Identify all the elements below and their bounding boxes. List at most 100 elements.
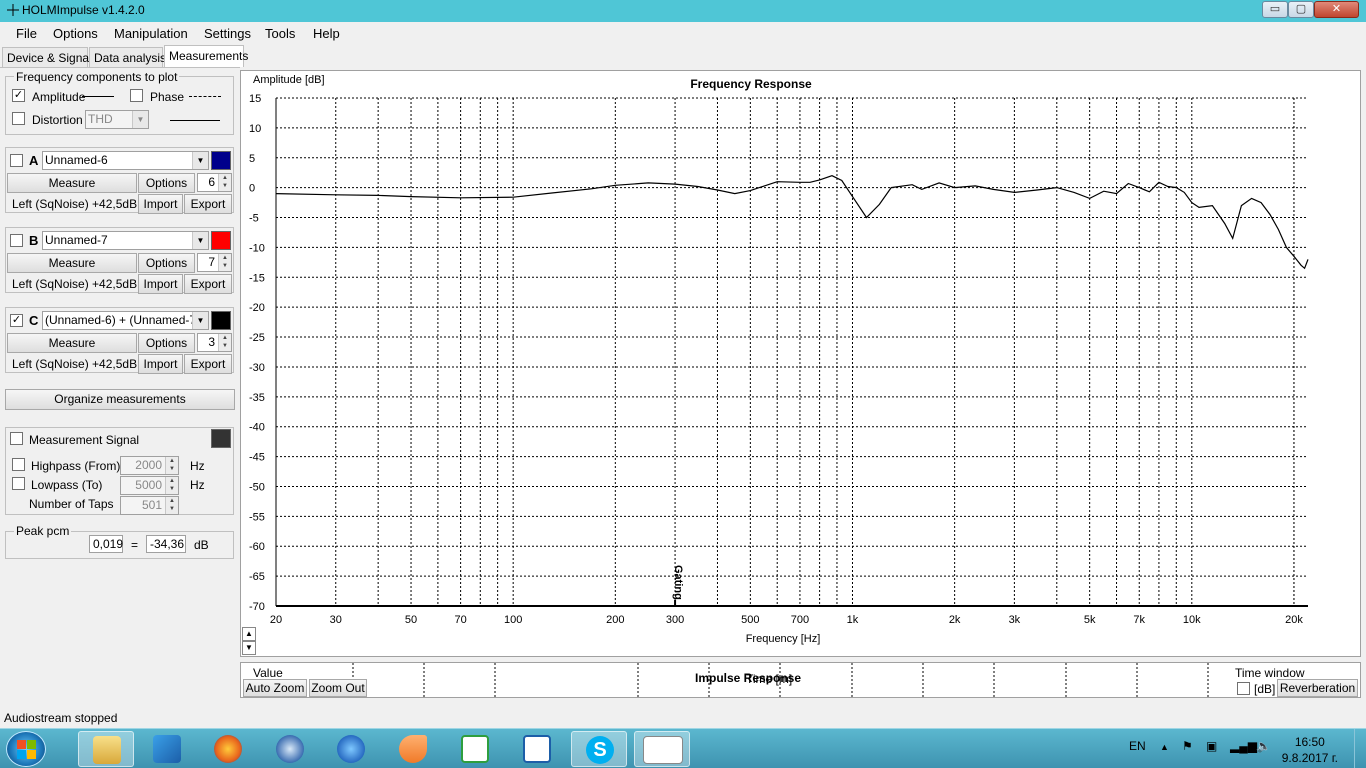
measurement-c-import-button[interactable]: Import bbox=[138, 354, 183, 374]
menu-bar: File Options Manipulation Settings Tools… bbox=[0, 22, 1366, 44]
measurement-b-options-button[interactable]: Options bbox=[138, 253, 195, 273]
organize-measurements-button[interactable]: Organize measurements bbox=[5, 389, 235, 410]
lowpass-spinner[interactable]: 5000 ▲ ▼ bbox=[120, 476, 179, 495]
frequency-response-panel[interactable]: Frequency Response Amplitude [dB] Freque… bbox=[240, 70, 1361, 657]
measurement-a-measure-button[interactable]: Measure bbox=[7, 173, 137, 193]
window-title: HOLMImpulse v1.4.2.0 bbox=[22, 3, 145, 17]
chevron-down-icon: ▼ bbox=[192, 232, 208, 249]
y-tick-label: -20 bbox=[249, 302, 265, 314]
taskbar-update-arrow[interactable] bbox=[323, 731, 379, 767]
measurement-a-checkbox[interactable] bbox=[10, 154, 23, 167]
measurement-b-select[interactable]: Unnamed-7 ▼ bbox=[42, 231, 209, 250]
phase-checkbox[interactable] bbox=[130, 89, 143, 102]
menu-file[interactable]: File bbox=[16, 26, 37, 41]
highpass-spinner[interactable]: 2000 ▲ ▼ bbox=[120, 456, 179, 475]
measurement-b-count-spinner[interactable]: 7 ▲ ▼ bbox=[197, 253, 232, 272]
measurement-b-name: Unnamed-7 bbox=[45, 233, 108, 247]
show-hidden-icons-icon[interactable]: ▲ bbox=[1160, 742, 1169, 752]
spreadsheet-icon bbox=[461, 735, 489, 763]
measurement-b-import-button[interactable]: Import bbox=[138, 274, 183, 294]
peak-db-unit: dB bbox=[194, 538, 209, 552]
measurement-c-checkbox[interactable]: ✓ bbox=[10, 314, 23, 327]
tab-device-signal[interactable]: Device & Signal bbox=[2, 47, 92, 67]
menu-help[interactable]: Help bbox=[313, 26, 340, 41]
zoom-out-button[interactable]: Zoom Out bbox=[309, 679, 367, 697]
amplitude-checkbox[interactable]: ✓ bbox=[12, 89, 25, 102]
taskbar-document[interactable] bbox=[509, 731, 565, 767]
network-signal-icon[interactable]: ▂▄▆ bbox=[1230, 739, 1257, 753]
reverberation-button[interactable]: Reverberation bbox=[1277, 679, 1358, 697]
volume-icon[interactable]: 🔈 bbox=[1256, 739, 1271, 753]
scroll-up-arrow-icon[interactable]: ▲ bbox=[242, 627, 256, 641]
measurement-c-color-swatch[interactable] bbox=[211, 311, 231, 330]
measurement-a-export-button[interactable]: Export bbox=[184, 194, 232, 214]
menu-settings[interactable]: Settings bbox=[204, 26, 251, 41]
firefox-icon bbox=[214, 735, 242, 763]
menu-options[interactable]: Options bbox=[53, 26, 98, 41]
measurement-b-color-swatch[interactable] bbox=[211, 231, 231, 250]
device-icon[interactable]: ▣ bbox=[1206, 739, 1217, 753]
measurement-signal-color-swatch[interactable] bbox=[211, 429, 231, 448]
scroll-down-arrow-icon[interactable]: ▼ bbox=[242, 641, 256, 655]
measurement-a-options-button[interactable]: Options bbox=[138, 173, 195, 193]
measurement-signal-checkbox[interactable] bbox=[10, 432, 23, 445]
show-desktop-button[interactable] bbox=[1354, 729, 1366, 768]
taskbar-thunderbird[interactable] bbox=[262, 731, 318, 767]
spin-arrows-icon[interactable]: ▲ ▼ bbox=[218, 334, 231, 351]
taskbar-spreadsheet[interactable] bbox=[447, 731, 503, 767]
taskbar-skype[interactable]: S bbox=[571, 731, 627, 767]
measurement-b-export-button[interactable]: Export bbox=[184, 274, 232, 294]
spin-arrows-icon[interactable]: ▲ ▼ bbox=[165, 457, 178, 474]
lowpass-checkbox[interactable] bbox=[12, 477, 25, 490]
language-indicator[interactable]: EN bbox=[1129, 739, 1146, 753]
tab-data-analysis[interactable]: Data analysis bbox=[89, 47, 166, 67]
minimize-button[interactable]: ▭ bbox=[1262, 1, 1288, 18]
frequency-response-chart[interactable]: Frequency Response Amplitude [dB] Freque… bbox=[241, 71, 1360, 656]
chevron-down-icon: ▼ bbox=[192, 312, 208, 329]
measurement-b-measure-button[interactable]: Measure bbox=[7, 253, 137, 273]
spin-arrows-icon[interactable]: ▲ ▼ bbox=[218, 254, 231, 271]
distortion-label: Distortion bbox=[32, 113, 83, 127]
measurement-a-letter: A bbox=[29, 153, 39, 168]
distortion-checkbox[interactable] bbox=[12, 112, 25, 125]
measurement-a-color-swatch[interactable] bbox=[211, 151, 231, 170]
app-icon bbox=[7, 4, 19, 16]
db-checkbox[interactable] bbox=[1237, 682, 1250, 695]
y-tick-label: -60 bbox=[249, 541, 265, 553]
maximize-button[interactable]: ▢ bbox=[1288, 1, 1314, 18]
taps-spinner[interactable]: 501 ▲ ▼ bbox=[120, 496, 179, 515]
measurement-c-select[interactable]: (Unnamed-6) + (Unnamed-7) ▼ bbox=[42, 311, 209, 330]
start-button[interactable] bbox=[6, 731, 46, 767]
taskbar-holmimpulse[interactable] bbox=[634, 731, 690, 767]
close-button[interactable]: ✕ bbox=[1314, 1, 1359, 18]
taskbar-windows-update[interactable] bbox=[139, 731, 195, 767]
tab-measurements[interactable]: Measurements bbox=[164, 45, 248, 67]
measurement-c-measure-button[interactable]: Measure bbox=[7, 333, 137, 353]
y-tick-label: -25 bbox=[249, 332, 265, 344]
system-clock[interactable]: 16:50 9.8.2017 г. bbox=[1282, 734, 1338, 766]
measurement-c-export-button[interactable]: Export bbox=[184, 354, 232, 374]
menu-tools[interactable]: Tools bbox=[265, 26, 295, 41]
measurement-c-options-button[interactable]: Options bbox=[138, 333, 195, 353]
distortion-type-select[interactable]: THD ▼ bbox=[85, 110, 149, 129]
measurement-a-select[interactable]: Unnamed-6 ▼ bbox=[42, 151, 209, 170]
measurement-b-checkbox[interactable] bbox=[10, 234, 23, 247]
spin-arrows-icon[interactable]: ▲ ▼ bbox=[218, 174, 231, 191]
measurement-c-count-spinner[interactable]: 3 ▲ ▼ bbox=[197, 333, 232, 352]
highpass-checkbox[interactable] bbox=[12, 458, 25, 471]
measurement-a-channel: Left (SqNoise) +42,5dB bbox=[12, 197, 138, 211]
menu-manipulation[interactable]: Manipulation bbox=[114, 26, 188, 41]
taskbar-explorer[interactable] bbox=[78, 731, 134, 767]
measurement-a-import-button[interactable]: Import bbox=[138, 194, 183, 214]
spin-arrows-icon[interactable]: ▲ ▼ bbox=[165, 477, 178, 494]
peak-pcm-value: 0,019 bbox=[89, 535, 123, 553]
impulse-response-panel[interactable]: Value Auto Zoom Zoom Out Impulse Respons… bbox=[240, 662, 1361, 698]
measurement-a-count-spinner[interactable]: 6 ▲ ▼ bbox=[197, 173, 232, 192]
auto-zoom-button[interactable]: Auto Zoom bbox=[243, 679, 307, 697]
spin-arrows-icon[interactable]: ▲ ▼ bbox=[165, 497, 178, 514]
flag-icon[interactable]: ⚑ bbox=[1182, 739, 1193, 753]
taskbar-firefox[interactable] bbox=[200, 731, 256, 767]
measurement-signal-label: Measurement Signal bbox=[29, 433, 140, 447]
taps-value: 501 bbox=[141, 498, 162, 512]
taskbar-orange-app[interactable] bbox=[385, 731, 441, 767]
